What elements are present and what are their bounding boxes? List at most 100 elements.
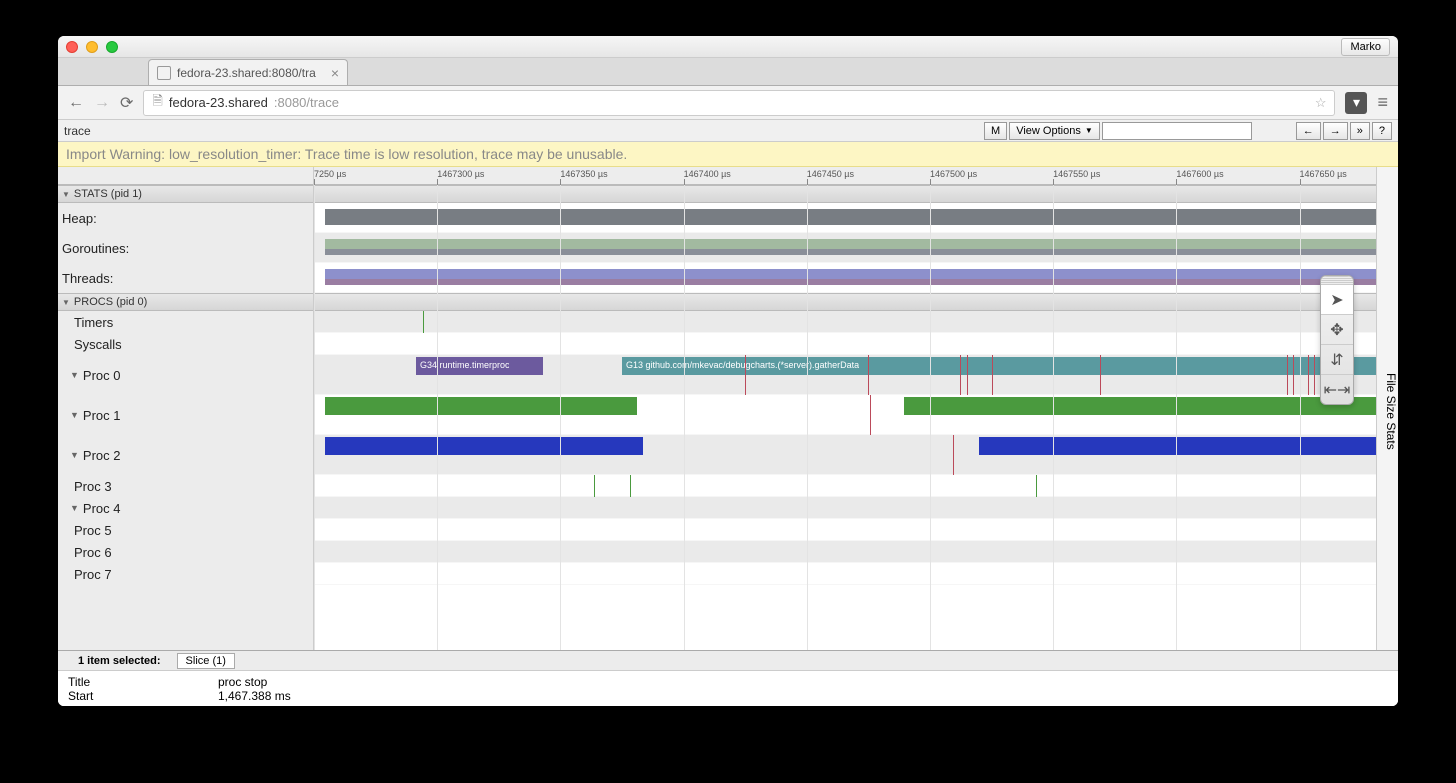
- m-button[interactable]: M: [984, 122, 1007, 140]
- pointer-tool-icon[interactable]: ➤: [1321, 284, 1353, 314]
- profile-button[interactable]: Marko: [1341, 38, 1390, 56]
- event-tick[interactable]: [868, 355, 869, 395]
- procs-section-header[interactable]: PROCS (pid 0): [58, 293, 313, 311]
- bookmark-star-icon[interactable]: ☆: [1315, 95, 1327, 111]
- proc-row-label[interactable]: Proc 7: [58, 563, 313, 585]
- minimize-window-icon[interactable]: [86, 41, 98, 53]
- back-button[interactable]: ←: [68, 94, 84, 112]
- ruler-left-spacer: [58, 167, 313, 185]
- proc-track[interactable]: [314, 311, 1376, 333]
- event-tick[interactable]: [630, 475, 631, 497]
- tab-title: fedora-23.shared:8080/tra: [177, 66, 316, 80]
- trace-span[interactable]: [979, 437, 1376, 455]
- event-tick[interactable]: [1100, 355, 1101, 395]
- proc-track[interactable]: [314, 333, 1376, 355]
- event-tick[interactable]: [745, 355, 746, 395]
- chevron-down-icon: ▼: [1085, 126, 1093, 135]
- page-favicon-icon: [157, 66, 171, 80]
- trace-span[interactable]: [904, 397, 1376, 415]
- file-size-stats-tab[interactable]: File Size Stats: [1376, 167, 1398, 650]
- proc-track[interactable]: [314, 563, 1376, 585]
- help-button[interactable]: ?: [1372, 122, 1392, 140]
- proc-track[interactable]: [314, 541, 1376, 563]
- forward-button[interactable]: →: [94, 94, 110, 112]
- nav-end-button[interactable]: »: [1350, 122, 1370, 140]
- view-options-button[interactable]: View Options▼: [1009, 122, 1100, 140]
- site-info-icon[interactable]: 🗎: [152, 92, 162, 114]
- reload-button[interactable]: ⟳: [120, 93, 133, 113]
- selection-header: 1 item selected: Slice (1): [58, 651, 1398, 671]
- stat-track[interactable]: [314, 233, 1376, 263]
- event-tick[interactable]: [1308, 355, 1309, 395]
- pocket-extension-icon[interactable]: ▾: [1345, 92, 1367, 114]
- page-content: trace M View Options▼ ← → » ? Import War…: [58, 120, 1398, 706]
- event-tick[interactable]: [967, 355, 968, 395]
- trace-span[interactable]: G34 runtime.timerproc: [416, 357, 543, 375]
- slice-tab[interactable]: Slice (1): [177, 653, 235, 669]
- event-tick[interactable]: [992, 355, 993, 395]
- proc-row-label[interactable]: Proc 3: [58, 475, 313, 497]
- event-tick[interactable]: [960, 355, 961, 395]
- event-tick[interactable]: [1287, 355, 1288, 395]
- tick-label: 1467650 µs: [1300, 169, 1347, 179]
- maximize-window-icon[interactable]: [106, 41, 118, 53]
- proc-track[interactable]: [314, 475, 1376, 497]
- proc-row-label[interactable]: Syscalls: [58, 333, 313, 355]
- close-window-icon[interactable]: [66, 41, 78, 53]
- event-tick[interactable]: [1036, 475, 1037, 497]
- trace-span[interactable]: [325, 397, 637, 415]
- trace-span[interactable]: [325, 437, 644, 455]
- address-bar: ← → ⟳ 🗎 fedora-23.shared:8080/trace ☆ ▾ …: [58, 86, 1398, 120]
- event-tick[interactable]: [1314, 355, 1315, 395]
- trace-span[interactable]: G13 github.com/mkevac/debugcharts.(*serv…: [622, 357, 1376, 375]
- proc-row-label[interactable]: Proc 6: [58, 541, 313, 563]
- url-host: fedora-23.shared: [169, 95, 268, 110]
- toolbox-grip[interactable]: [1321, 276, 1353, 284]
- time-ruler[interactable]: 7250 µs1467300 µs1467350 µs1467400 µs146…: [314, 167, 1376, 185]
- detail-title-label: Title: [68, 675, 218, 689]
- proc-row-label[interactable]: Proc 2: [58, 435, 313, 475]
- stat-track[interactable]: [314, 203, 1376, 233]
- proc-track[interactable]: [314, 395, 1376, 435]
- tick-label: 7250 µs: [314, 169, 346, 179]
- timeline-toolbox: ➤ ✥ ⇵ ⇤⇥: [1320, 275, 1354, 405]
- proc-row-label[interactable]: Proc 0: [58, 355, 313, 395]
- proc-row-label[interactable]: Proc 1: [58, 395, 313, 435]
- span-label: G13 github.com/mkevac/debugcharts.(*serv…: [626, 360, 859, 370]
- browser-window: Marko fedora-23.shared:8080/tra × ← → ⟳ …: [58, 36, 1398, 706]
- nav-left-button[interactable]: ←: [1296, 122, 1321, 140]
- tab-close-icon[interactable]: ×: [331, 65, 339, 81]
- url-path: :8080/trace: [274, 95, 339, 110]
- proc-track[interactable]: [314, 519, 1376, 541]
- page-title: trace: [64, 124, 91, 138]
- browser-menu-icon[interactable]: ≡: [1377, 92, 1388, 113]
- proc-row-label[interactable]: Proc 4: [58, 497, 313, 519]
- nav-right-button[interactable]: →: [1323, 122, 1348, 140]
- timing-tool-icon[interactable]: ⇤⇥: [1321, 374, 1353, 404]
- trace-topbar: trace M View Options▼ ← → » ?: [58, 120, 1398, 142]
- tick-label: 1467550 µs: [1053, 169, 1100, 179]
- event-tick[interactable]: [594, 475, 595, 497]
- selection-count: 1 item selected:: [58, 655, 171, 667]
- proc-row-label[interactable]: Timers: [58, 311, 313, 333]
- proc-track[interactable]: G34 runtime.timerproc G13 github.com/mkev…: [314, 355, 1376, 395]
- event-tick[interactable]: [1293, 355, 1294, 395]
- browser-tab-strip: fedora-23.shared:8080/tra ×: [58, 58, 1398, 86]
- url-input[interactable]: 🗎 fedora-23.shared :8080/trace ☆: [143, 90, 1335, 116]
- timeline-column[interactable]: 7250 µs1467300 µs1467350 µs1467400 µs146…: [314, 167, 1376, 650]
- event-tick[interactable]: [870, 395, 871, 435]
- proc-row-label[interactable]: Proc 5: [58, 519, 313, 541]
- proc-track[interactable]: [314, 497, 1376, 519]
- stat-track[interactable]: [314, 263, 1376, 293]
- zoom-tool-icon[interactable]: ⇵: [1321, 344, 1353, 374]
- span-label: G34 runtime.timerproc: [420, 360, 510, 370]
- proc-track[interactable]: [314, 435, 1376, 475]
- event-tick[interactable]: [953, 435, 954, 475]
- search-input[interactable]: [1102, 122, 1252, 140]
- selection-footer: 1 item selected: Slice (1) Titleproc sto…: [58, 650, 1398, 706]
- browser-tab[interactable]: fedora-23.shared:8080/tra ×: [148, 59, 348, 85]
- pan-tool-icon[interactable]: ✥: [1321, 314, 1353, 344]
- tick-label: 1467350 µs: [560, 169, 607, 179]
- tick-label: 1467450 µs: [807, 169, 854, 179]
- stats-section-header[interactable]: STATS (pid 1): [58, 185, 313, 203]
